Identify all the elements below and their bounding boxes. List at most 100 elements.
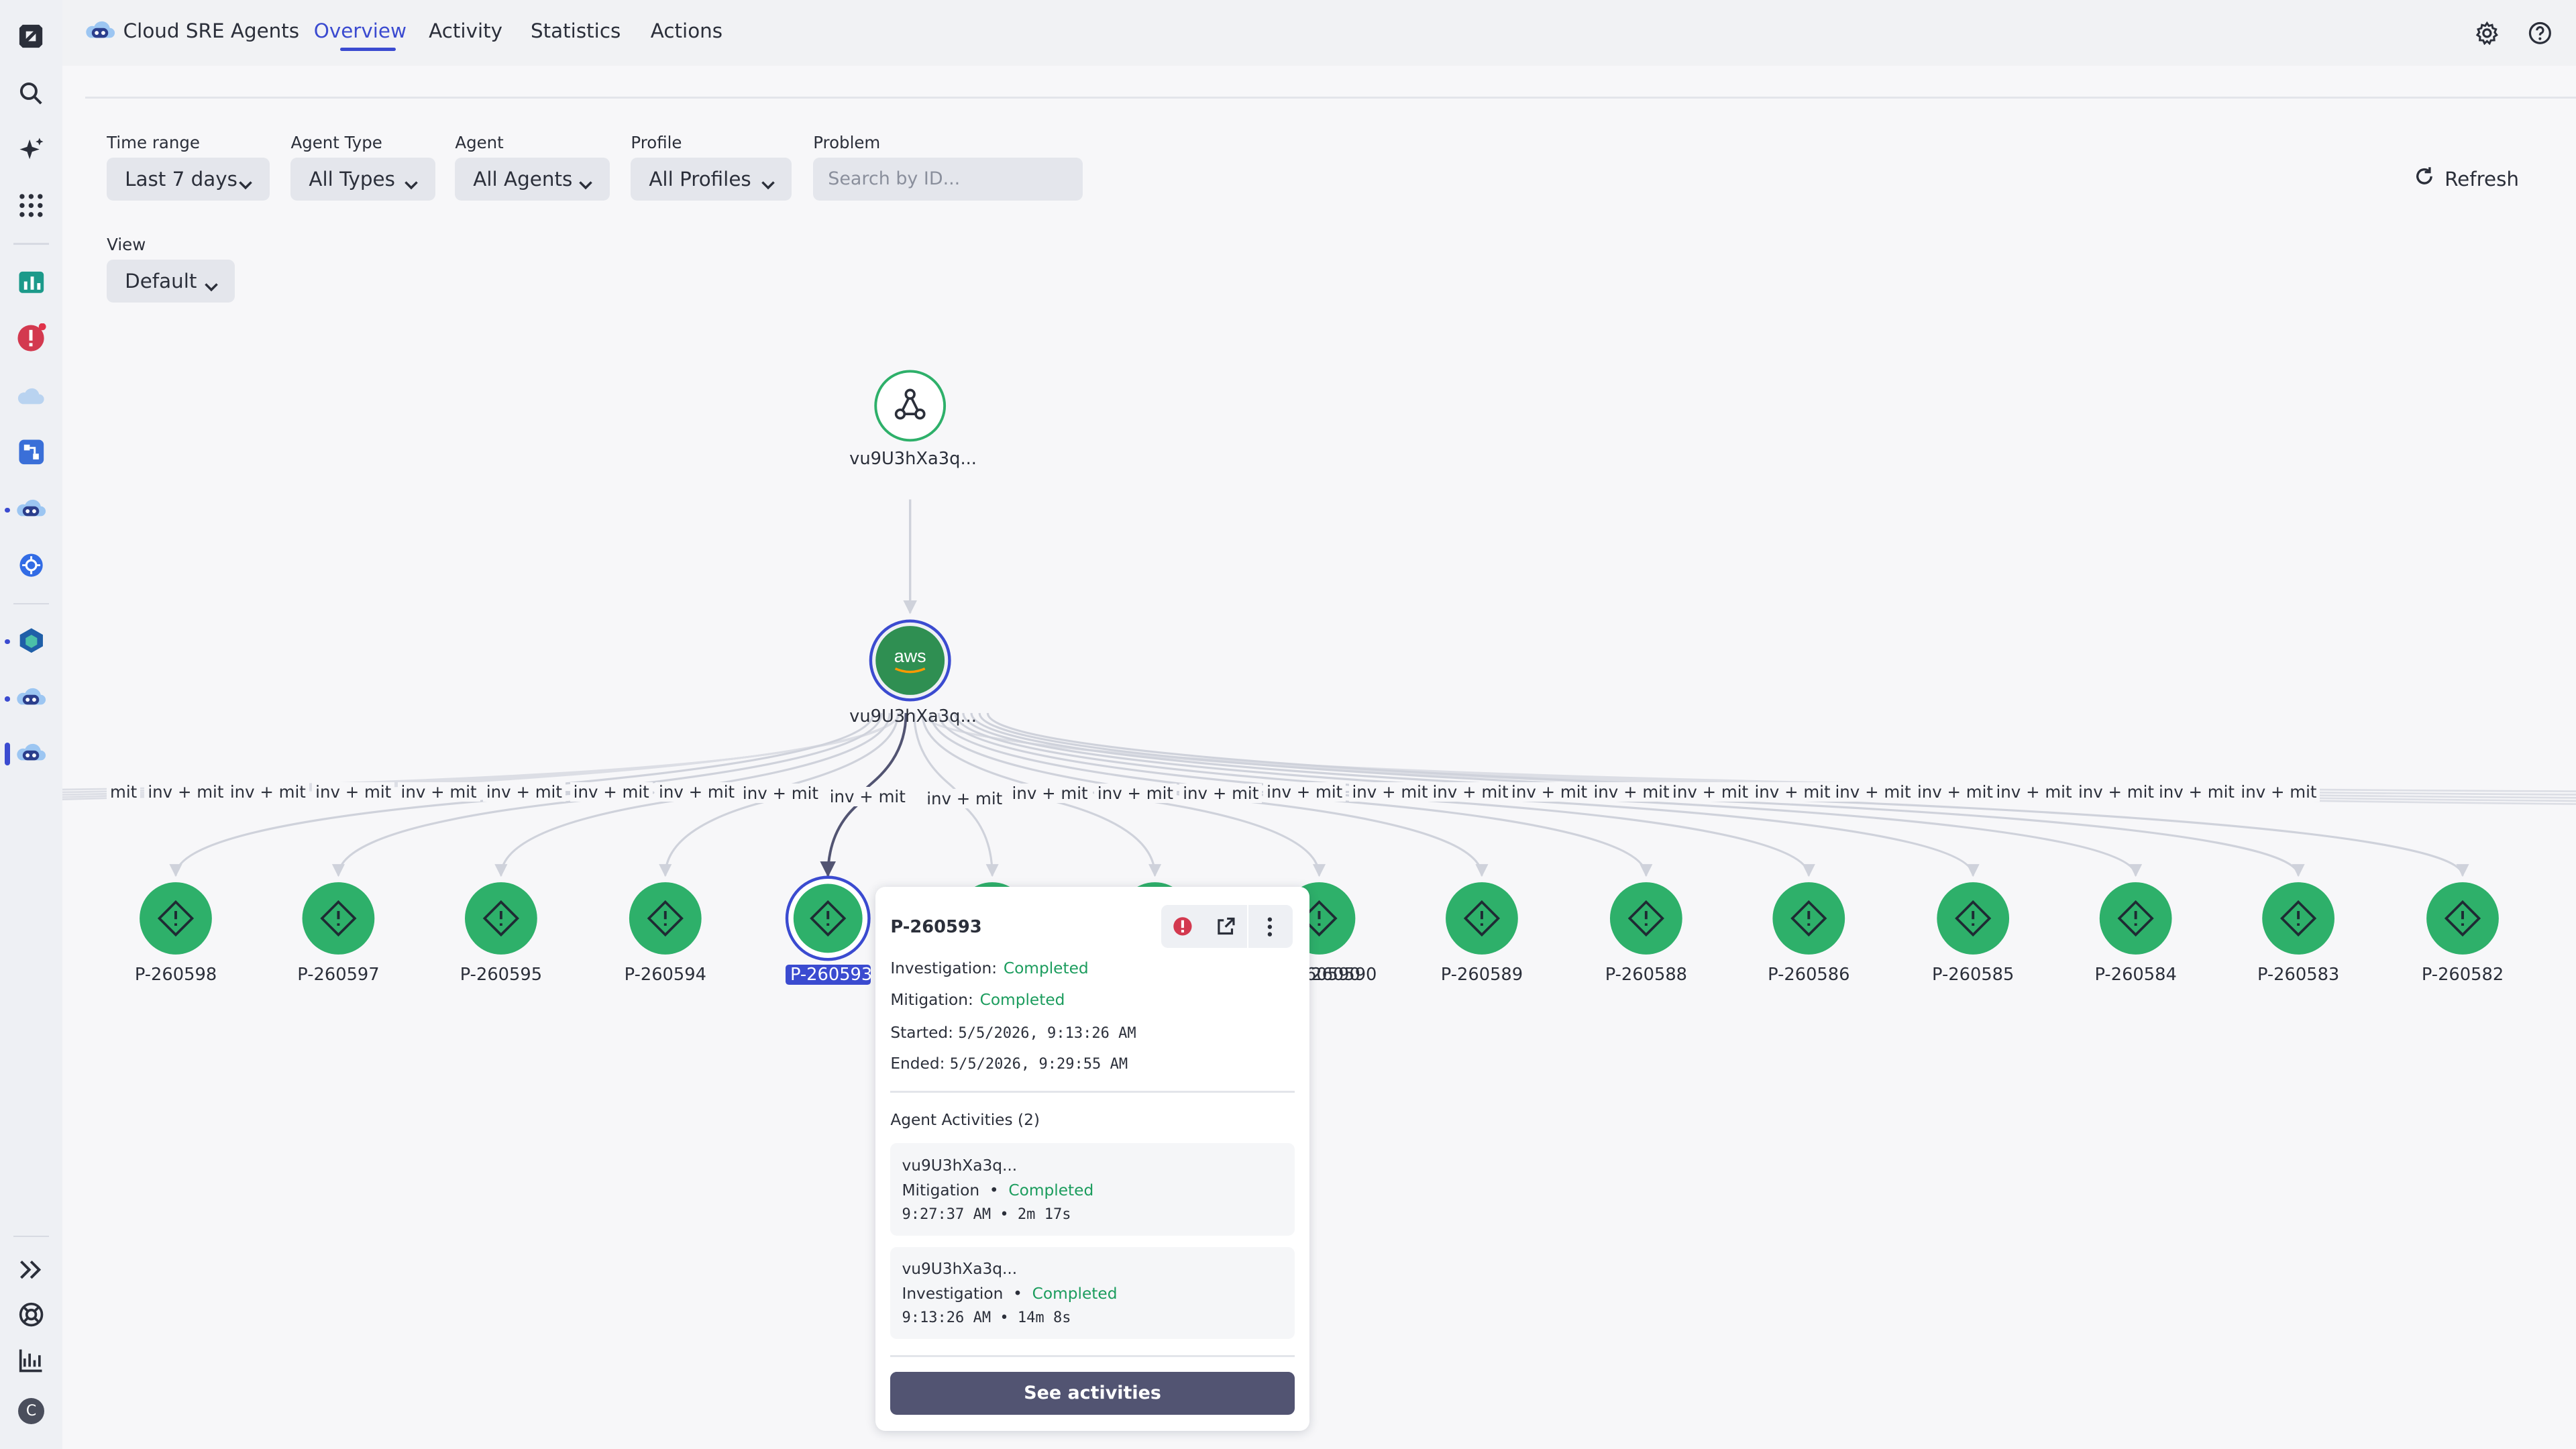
- dynatrace-logo-icon[interactable]: [15, 19, 48, 52]
- problem-node[interactable]: [629, 882, 702, 955]
- problem-node-label: P-260582: [2421, 964, 2504, 985]
- activity-type-row: Investigation • Completed: [902, 1285, 1118, 1303]
- problem-node[interactable]: [140, 882, 212, 955]
- mitigation-row: Mitigation: Completed: [890, 991, 1065, 1009]
- more-options-icon[interactable]: [1248, 905, 1291, 948]
- support-icon[interactable]: [15, 1298, 48, 1331]
- problem-node[interactable]: [2426, 882, 2499, 955]
- edge-label: inv + mit: [2237, 782, 2320, 802]
- rail-divider-2: [13, 602, 50, 605]
- open-external-icon[interactable]: [1204, 905, 1247, 948]
- problem-node-label: P-260595: [460, 964, 543, 985]
- kubernetes-icon[interactable]: [15, 549, 48, 582]
- workflows-icon[interactable]: [15, 435, 48, 468]
- problem-node[interactable]: [465, 882, 537, 955]
- activity-time: 9:13:26 AM: [902, 1309, 991, 1326]
- edge-label-partial: mit: [107, 782, 141, 802]
- problem-node[interactable]: [1610, 882, 1682, 955]
- edge-label: inv + mit: [1348, 782, 1432, 802]
- problem-node[interactable]: [1446, 882, 1518, 955]
- cloud-sre-agents-icon[interactable]: [15, 493, 48, 526]
- edge-label: inv + mit: [482, 782, 566, 802]
- edge-label: inv + mit: [1429, 782, 1512, 802]
- edge-label: inv + mit: [1094, 784, 1177, 804]
- fan-out-edge: [919, 711, 2576, 792]
- root-agent-label: vu9U3hXa3q...: [849, 448, 977, 469]
- root-agent-node[interactable]: [874, 370, 947, 442]
- activity-type-row: Mitigation • Completed: [902, 1181, 1094, 1199]
- cloud-sre-agents-icon-2[interactable]: [15, 682, 48, 714]
- left-navigation-rail: C: [0, 0, 63, 1449]
- problem-node[interactable]: [2262, 882, 2335, 955]
- activity-duration: 14m 8s: [1017, 1309, 1071, 1326]
- popup-title: P-260593: [890, 916, 982, 937]
- edge-label: inv + mit: [2075, 782, 2157, 802]
- user-avatar[interactable]: C: [15, 1395, 48, 1428]
- infrastructure-icon[interactable]: [15, 625, 48, 657]
- cloud-sre-agents-icon-3[interactable]: [15, 738, 48, 771]
- activity-type: Mitigation: [902, 1181, 980, 1199]
- investigation-label: Investigation:: [890, 959, 998, 978]
- popup-actions: [1161, 905, 1293, 949]
- apps-grid-icon[interactable]: [15, 189, 48, 222]
- activity-status: Completed: [1032, 1285, 1118, 1303]
- problem-details-popup: P-260593 Investigation: Completed Mitigat…: [875, 887, 1309, 1432]
- started-row: Started: 5/5/2026, 9:13:26 AM: [890, 1024, 1136, 1042]
- problem-node-label: P-260589: [1440, 964, 1523, 985]
- problem-node-label: P-260594: [624, 964, 706, 985]
- investigation-row: Investigation: Completed: [890, 959, 1088, 977]
- mitigation-label: Mitigation:: [890, 990, 973, 1009]
- problem-node-label-partial: 260590: [1311, 964, 1377, 985]
- activity-status: Completed: [1008, 1181, 1094, 1199]
- rail-divider: [13, 243, 50, 245]
- problem-node-label: P-260593: [785, 964, 872, 985]
- started-label: Started:: [890, 1023, 954, 1042]
- ended-row: Ended: 5/5/2026, 9:29:55 AM: [890, 1055, 1128, 1073]
- edge-label: inv + mit: [1179, 784, 1263, 804]
- edge-label: inv + mit: [655, 782, 738, 802]
- expand-icon[interactable]: [15, 1254, 48, 1287]
- aws-logo-text: aws: [894, 646, 926, 666]
- activity-card[interactable]: vu9U3hXa3q... Investigation • Completed …: [890, 1246, 1295, 1339]
- activity-duration: 2m 17s: [1017, 1205, 1071, 1223]
- problem-alert-icon[interactable]: [1161, 905, 1204, 948]
- sparkle-ai-icon[interactable]: [15, 133, 48, 166]
- edge-label: inv + mit: [397, 782, 480, 802]
- problem-node[interactable]: [302, 882, 375, 955]
- problem-node-label: P-260584: [2094, 964, 2177, 985]
- user-initial: C: [17, 1398, 45, 1425]
- problem-node[interactable]: [2099, 882, 2172, 955]
- edge-label: inv + mit: [826, 787, 909, 807]
- problems-icon[interactable]: [15, 322, 48, 355]
- topology-graph: aws: [62, 370, 2576, 961]
- edge-label: inv + mit: [1590, 782, 1673, 802]
- see-activities-button[interactable]: See activities: [890, 1371, 1295, 1415]
- activity-agent: vu9U3hXa3q...: [902, 1157, 1018, 1175]
- popup-divider-2: [890, 1355, 1295, 1357]
- agent-activities-header: Agent Activities (2): [890, 1110, 1040, 1129]
- analytics-icon[interactable]: [15, 1344, 48, 1377]
- edge-label: inv + mit: [1831, 782, 1915, 802]
- activity-agent: vu9U3hXa3q...: [902, 1260, 1018, 1279]
- aws-integration-node[interactable]: aws: [869, 619, 951, 702]
- problem-node-label: P-260598: [134, 964, 217, 985]
- edge-label: inv + mit: [1669, 782, 1752, 802]
- rail-divider-3: [13, 1235, 50, 1238]
- rail-active-dot: [5, 507, 10, 513]
- search-icon[interactable]: [15, 77, 48, 110]
- activity-time-row: 9:13:26 AM • 14m 8s: [902, 1309, 1071, 1326]
- problem-node[interactable]: [1772, 882, 1845, 955]
- dashboards-icon[interactable]: [15, 266, 48, 299]
- edge-label: inv + mit: [2155, 782, 2238, 802]
- problem-node-label: P-260583: [2257, 964, 2340, 985]
- started-value: 5/5/2026, 9:13:26 AM: [958, 1024, 1136, 1042]
- problem-node-label: P-260586: [1768, 964, 1850, 985]
- problem-node[interactable]: [785, 875, 871, 961]
- activity-card[interactable]: vu9U3hXa3q... Mitigation • Completed 9:2…: [890, 1143, 1295, 1236]
- cloud-icon[interactable]: [15, 380, 48, 413]
- aws-agent-label: vu9U3hXa3q...: [849, 706, 977, 727]
- ended-value: 5/5/2026, 9:29:55 AM: [949, 1056, 1128, 1073]
- main-content: Cloud SRE Agents Overview Activity Stati…: [62, 0, 2576, 1449]
- problem-node[interactable]: [1937, 882, 2010, 955]
- mitigation-status: Completed: [979, 990, 1065, 1009]
